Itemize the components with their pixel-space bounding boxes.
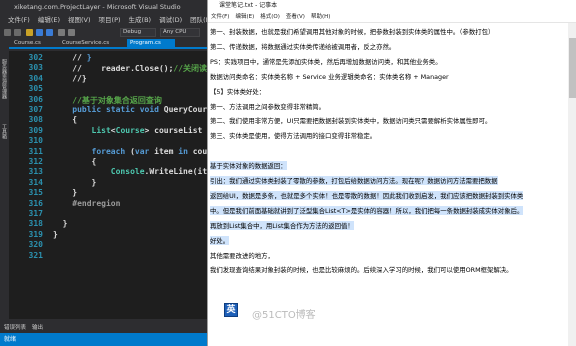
line-number: 315 — [28, 188, 43, 198]
notepad-text-line: 返回给UI，数据是多条，也就是多个实体！也是零散的数据！因此我们收到启发，我们应… — [210, 190, 524, 200]
line-number: 302 — [28, 53, 43, 62]
solution-config-dropdown[interactable]: Debug — [120, 28, 156, 37]
vs-menu-item[interactable]: 视图(V) — [68, 16, 91, 24]
new-project-icon[interactable] — [26, 29, 33, 36]
forward-icon[interactable] — [14, 29, 21, 36]
line-number: 308 — [28, 115, 43, 125]
vs-document-tabs: Course.cs CourseService.cs Program.cs — [9, 39, 210, 49]
notepad-window: 课堂笔记.txt - 记事本 文件(F) 编辑(E) 格式(O) 查看(V) 帮助(H)… — [207, 0, 576, 346]
notepad-text-line: 我们发现查询结果对象封装的时候，也是比较麻烦的。后续深入学习的时候，我们可以使用… — [210, 266, 513, 275]
vs-menu-item[interactable]: 生成(B) — [129, 16, 152, 24]
notepad-text-line: 【5】实体类好处： — [210, 87, 266, 96]
vs-status-bar: 就绪 — [0, 333, 210, 346]
code-line[interactable]: { — [53, 157, 97, 166]
notepad-text-line: 第一、封装数据，也就是我们希望调用其他对象的时候，把参数封装到实体类的属性中。（… — [210, 28, 495, 36]
server-explorer-tab[interactable]: 服务器资源管理器 — [1, 59, 8, 99]
notepad-text-line: 第一、方法调用之间参数变得非常精简。 — [210, 102, 326, 111]
vs-menu-bar: 文件(F)编辑(E)视图(V)项目(P)生成(B)调试(D)团队(M) — [0, 14, 210, 26]
line-number: 313 — [28, 167, 43, 177]
line-number: 310 — [28, 136, 43, 146]
notepad-menu-item[interactable]: 文件(F) — [211, 14, 229, 20]
notepad-menu-item[interactable]: 帮助(H) — [311, 14, 330, 20]
vs-bottom-tabs: 错误列表 输出 — [4, 323, 49, 331]
save-icon[interactable] — [36, 29, 43, 36]
vs-menu-item[interactable]: 项目(P) — [99, 16, 121, 24]
solution-platform-dropdown[interactable]: Any CPU — [160, 28, 200, 37]
code-line[interactable]: // } — [53, 53, 91, 62]
code-line[interactable]: } — [53, 230, 58, 239]
code-editor[interactable]: 302 303 304 305 306 307 308 309 310 311 312 313 314 3… — [9, 51, 271, 319]
notepad-text-line: 其他需要改进的地方， — [210, 251, 274, 260]
line-number: 304 — [28, 73, 43, 83]
notepad-text-line: 第三、实体类是使用，使得方法调用的接口变得非常稳定。 — [210, 132, 377, 141]
line-number: 303 — [28, 63, 43, 73]
vs-window-title: xiketang.com.ProjectLayer - Microsoft Vi… — [0, 0, 210, 14]
line-number: 307 — [28, 105, 43, 114]
scrollbar-thumb[interactable] — [569, 38, 576, 98]
save-all-icon[interactable] — [46, 29, 53, 36]
notepad-text-line: 再放到List集合中，用List集合作为方法的返回值！ — [210, 220, 354, 230]
code-line[interactable]: } — [53, 178, 97, 187]
line-number: 321 — [28, 250, 43, 260]
line-number-gutter: 302 303 304 305 306 307 308 309 310 311 312 313 314 3… — [9, 51, 45, 319]
tab-course-cs[interactable]: Course.cs — [11, 39, 55, 47]
line-number: 316 — [28, 198, 43, 208]
notepad-menu-item[interactable]: 查看(V) — [286, 14, 305, 20]
line-number: 311 — [28, 146, 43, 156]
notepad-text-line: 数据访问类命名：实体类名称 + Service 业务逻辑类命名：实体类名称 + … — [210, 72, 449, 81]
notepad-text-line: PS：实践项目中，通常是先添加实体类，然后再增加数据访问类，和其他业务类。 — [210, 57, 442, 66]
code-line[interactable]: { — [53, 115, 77, 124]
notepad-vertical-scrollbar[interactable] — [568, 23, 576, 346]
notepad-text-line: 第二、我们使用非常方便，UI只需要把数据封装到实体类中，数据访问类只需要解析实体… — [210, 117, 492, 126]
vs-menu-item[interactable]: 编辑(E) — [38, 16, 60, 24]
vs-toolbar: Debug Any CPU — [0, 26, 210, 39]
code-line[interactable]: //基于对象集合返回查询 — [53, 95, 162, 106]
line-number: 305 — [28, 84, 43, 94]
code-line[interactable]: public static void QueryCourseB — [53, 105, 221, 114]
redo-icon[interactable] — [68, 29, 75, 36]
undo-icon[interactable] — [58, 29, 65, 36]
back-icon[interactable] — [4, 29, 11, 36]
bottom-panel-tab[interactable]: 错误列表 — [4, 325, 26, 331]
ime-language-icon[interactable]: 英 — [224, 303, 238, 317]
notepad-text-line: 第二、传递数据，将数据通过实体类传递给被调用者，反之亦然。 — [210, 42, 396, 51]
notepad-text-line: 好处。 — [210, 235, 230, 245]
watermark: @51CTO博客 — [252, 310, 316, 321]
notepad-text-line: 中。但是我们前面基础就讲到了泛型集合List<T>是实体的容器！所以，我们把每一… — [210, 205, 524, 215]
notepad-text-area[interactable]: 第一、封装数据，也就是我们希望调用其他对象的时候，把参数封装到实体类的属性中。（… — [208, 23, 568, 346]
line-number: 312 — [28, 157, 43, 166]
tab-courseservice-cs[interactable]: CourseService.cs — [59, 39, 125, 47]
code-line[interactable]: } — [53, 219, 68, 228]
notepad-text-line: 基于实体对象的数据返回： — [210, 161, 287, 171]
vs-menu-item[interactable]: 调试(D) — [159, 16, 182, 24]
code-line[interactable]: #endregion — [53, 199, 120, 208]
line-number: 309 — [28, 125, 43, 135]
line-number: 318 — [28, 219, 43, 229]
vs-side-strip: 服务器资源管理器 工具箱 — [0, 39, 9, 319]
notepad-text-line: 引出：我们通过实体类封装了零散的参数，打包后给数据访问方法。现在呢？数据访问方法… — [210, 176, 498, 185]
notepad-title: 课堂笔记.txt - 记事本 — [208, 0, 576, 12]
line-number: 320 — [28, 240, 43, 250]
code-line[interactable]: //} — [53, 74, 86, 83]
bottom-panel-tab[interactable]: 输出 — [32, 325, 43, 331]
tab-program-cs[interactable]: Program.cs — [127, 39, 175, 47]
code-line[interactable]: } — [53, 188, 77, 197]
toolbox-tab[interactable]: 工具箱 — [1, 124, 8, 139]
code-line[interactable]: List<Course> courseList = new — [53, 126, 232, 135]
notepad-menu-item[interactable]: 格式(O) — [260, 14, 280, 20]
notepad-menu-item[interactable]: 编辑(E) — [235, 14, 254, 20]
line-number: 314 — [28, 177, 43, 187]
line-number: 319 — [28, 229, 43, 239]
notepad-menu-bar: 文件(F) 编辑(E) 格式(O) 查看(V) 帮助(H) — [208, 12, 576, 23]
line-number: 306 — [28, 94, 43, 104]
line-number: 317 — [28, 209, 43, 218]
vs-menu-item[interactable]: 文件(F) — [8, 16, 30, 24]
